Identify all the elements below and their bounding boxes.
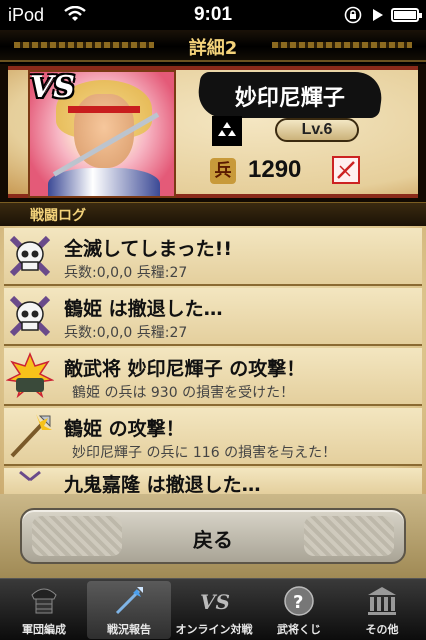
log-item: 全滅してしまった!! 兵数:0,0,0 兵糧:27 <box>4 228 422 286</box>
log-detail: 鶴姫 の兵は 930 の損害を受けた！ <box>72 385 295 401</box>
log-title: 鶴姫 の攻撃！ <box>64 418 185 440</box>
battle-log-list[interactable]: 全滅してしまった!! 兵数:0,0,0 兵糧:27 鶴姫 は撤退した… 兵数:0… <box>0 226 426 578</box>
tab-bar: 軍団編成 戦況報告 VS オンライン対戦 ? 武将くじ その他 <box>0 578 426 640</box>
question-icon: ? <box>284 586 314 616</box>
battery-icon <box>391 8 422 22</box>
back-button[interactable]: 戻る <box>20 508 406 564</box>
log-detail: 兵数:0,0,0 兵糧:27 <box>64 265 188 281</box>
log-item: 鶴姫 は撤退した… 兵数:0,0,0 兵糧:27 <box>4 288 422 346</box>
title-bar: 詳細2 <box>0 30 426 62</box>
play-icon <box>373 9 383 21</box>
back-button-label: 戻る <box>193 528 233 552</box>
log-title: 九鬼嘉隆 は撤退した… <box>64 474 261 496</box>
status-bar: iPod 9:01 <box>0 0 426 30</box>
spear-attack-icon <box>10 414 52 458</box>
log-title: 全滅してしまった!! <box>64 238 233 260</box>
page-title: 詳細2 <box>188 38 238 59</box>
armor-icon <box>31 588 57 614</box>
name-plate: 妙印尼輝子 <box>194 72 386 118</box>
log-detail: 妙印尼輝子 の兵に 116 の損害を与えた！ <box>72 445 337 461</box>
rotation-lock-icon <box>344 6 362 24</box>
vs-badge: VS <box>30 70 75 105</box>
log-title: 敵武将 妙印尼輝子 の攻撃！ <box>64 358 306 380</box>
tab-label: その他 <box>365 623 399 636</box>
battle-log-header: 戦闘ログ <box>0 202 426 226</box>
crest-icon <box>212 116 242 146</box>
troops-icon: 兵 <box>210 158 236 184</box>
building-icon <box>368 587 396 615</box>
skull-icon <box>9 235 51 277</box>
battle-log-label: 戦闘ログ <box>30 208 86 224</box>
tab-label: 武将くじ <box>277 623 321 636</box>
tab-other[interactable]: その他 <box>340 581 424 639</box>
troops-value: 1290 <box>248 156 302 183</box>
tab-label: オンライン対戦 <box>175 623 253 636</box>
versus-icon: VS <box>200 590 230 614</box>
level-badge: Lv.6 <box>275 118 359 142</box>
clock: 9:01 <box>193 4 233 25</box>
troop-count: 兵 1290 <box>210 156 386 188</box>
tab-online-battle[interactable]: VS オンライン対戦 <box>172 581 256 639</box>
opponent-profile-panel: VS 妙印尼輝子 Lv.6 兵 1290 <box>0 64 426 202</box>
weapon-icon <box>332 156 360 184</box>
retreat-icon <box>19 470 41 482</box>
battle-report-icon <box>115 587 143 615</box>
tab-label: 戦況報告 <box>107 623 151 636</box>
back-button-row: 戻る <box>0 494 426 578</box>
log-detail: 兵数:0,0,0 兵糧:27 <box>64 325 188 341</box>
svg-text:?: ? <box>293 592 303 613</box>
log-item: 九鬼嘉隆 は撤退した… <box>4 468 422 496</box>
log-item: 鶴姫 の攻撃！ 妙印尼輝子 の兵に 116 の損害を与えた！ <box>4 408 422 466</box>
tab-label: 軍団編成 <box>22 623 66 636</box>
skull-icon <box>9 295 51 337</box>
explosion-icon <box>6 352 54 399</box>
tab-battle-report[interactable]: 戦況報告 <box>87 581 171 639</box>
general-name: 妙印尼輝子 <box>234 86 345 111</box>
tab-general-lottery[interactable]: ? 武将くじ <box>257 581 341 639</box>
svg-text:VS: VS <box>200 590 230 614</box>
tab-army-formation[interactable]: 軍団編成 <box>2 581 86 639</box>
log-title: 鶴姫 は撤退した… <box>64 298 223 320</box>
log-item: 敵武将 妙印尼輝子 の攻撃！ 鶴姫 の兵は 930 の損害を受けた！ <box>4 348 422 406</box>
